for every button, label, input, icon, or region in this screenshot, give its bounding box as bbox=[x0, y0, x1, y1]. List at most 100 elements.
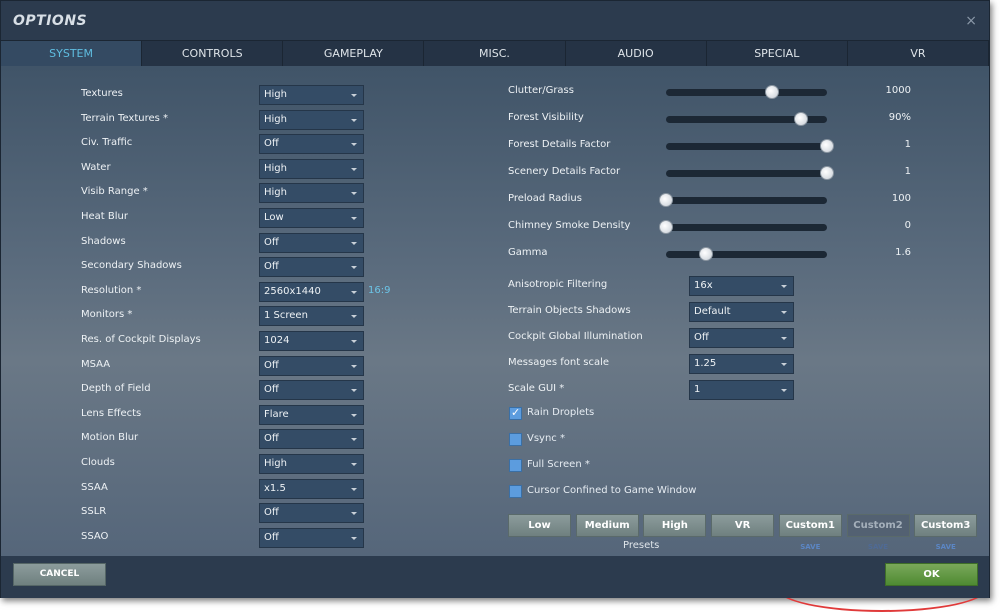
close-icon[interactable]: × bbox=[965, 13, 977, 29]
slider-handle[interactable] bbox=[820, 166, 834, 180]
slider-track[interactable] bbox=[666, 166, 834, 180]
system-settings-panel: Textures High Terrain Textures * High Civ. T… bbox=[1, 66, 989, 612]
setting-label: Scale GUI * bbox=[508, 383, 565, 394]
cancel-button[interactable]: CANCEL bbox=[13, 563, 106, 586]
setting-dropdown[interactable]: Off bbox=[259, 503, 364, 524]
setting-label: SSAO bbox=[81, 530, 109, 542]
checkbox[interactable] bbox=[509, 433, 522, 446]
setting-dropdown[interactable]: Low bbox=[259, 208, 364, 228]
setting-dropdown[interactable]: Off bbox=[259, 355, 364, 376]
setting-label: Heat Blur bbox=[81, 211, 128, 222]
slider-handle[interactable] bbox=[820, 139, 834, 153]
setting-dropdown[interactable]: High bbox=[259, 183, 364, 204]
preset-button-high[interactable]: High bbox=[643, 514, 707, 537]
slider-handle[interactable] bbox=[659, 193, 673, 207]
slider-label: Forest Details Factor bbox=[508, 139, 611, 150]
setting-label: SSAA bbox=[81, 481, 108, 493]
slider-label: Forest Visibility bbox=[508, 112, 584, 123]
setting-label: Secondary Shadows bbox=[81, 260, 182, 272]
setting-label: Resolution * bbox=[81, 284, 142, 296]
tab-system[interactable]: SYSTEM bbox=[1, 41, 143, 66]
presets-label: Presets bbox=[623, 540, 660, 551]
slider-handle[interactable] bbox=[699, 247, 714, 261]
setting-dropdown[interactable]: High bbox=[259, 109, 364, 130]
setting-dropdown[interactable]: Off bbox=[259, 134, 364, 155]
setting-dropdown[interactable]: x1.5 bbox=[259, 478, 364, 499]
setting-dropdown[interactable]: Default bbox=[689, 302, 794, 322]
checkbox[interactable] bbox=[509, 459, 522, 472]
tab-bar: SYSTEM CONTROLS GAMEPLAY MISC. AUDIO SPECIAL V… bbox=[1, 40, 989, 66]
setting-dropdown[interactable]: Flare bbox=[259, 404, 364, 425]
setting-label: SSLR bbox=[81, 506, 107, 518]
preset-button-custom1[interactable]: Custom1 bbox=[778, 514, 842, 537]
setting-label: MSAA bbox=[81, 358, 111, 370]
checkbox-label: Cursor Confined to Game Window bbox=[527, 485, 697, 496]
save-preset-link[interactable]: SAVE bbox=[914, 543, 977, 551]
setting-dropdown[interactable]: High bbox=[259, 85, 364, 105]
setting-dropdown[interactable]: 1 Screen bbox=[259, 306, 364, 327]
slider-track[interactable] bbox=[666, 247, 827, 261]
setting-dropdown[interactable]: 1.25 bbox=[689, 354, 794, 374]
setting-dropdown[interactable]: Off bbox=[259, 527, 364, 548]
tab-controls[interactable]: CONTROLS bbox=[142, 41, 284, 66]
tab-misc[interactable]: MISC. bbox=[424, 41, 566, 66]
preset-button-medium[interactable]: Medium bbox=[575, 514, 639, 537]
setting-label: Res. of Cockpit Displays bbox=[81, 334, 201, 345]
setting-dropdown[interactable]: Off bbox=[259, 257, 364, 278]
slider-track[interactable] bbox=[666, 85, 827, 99]
slider-label: Chimney Smoke Density bbox=[508, 220, 631, 231]
setting-label: Lens Effects bbox=[81, 407, 142, 419]
checkbox[interactable] bbox=[509, 485, 522, 498]
setting-label: Terrain Objects Shadows bbox=[508, 305, 631, 316]
preset-button-custom3[interactable]: Custom3 bbox=[914, 514, 978, 537]
setting-dropdown[interactable]: 1 bbox=[689, 380, 794, 400]
save-preset-link[interactable]: SAVE bbox=[779, 543, 842, 551]
setting-dropdown[interactable]: High bbox=[259, 454, 364, 474]
setting-dropdown[interactable]: Off bbox=[689, 328, 794, 348]
tab-gameplay[interactable]: GAMEPLAY bbox=[283, 41, 425, 66]
save-preset-link[interactable]: SAVE bbox=[847, 543, 910, 551]
setting-label: Visib Range * bbox=[81, 186, 148, 198]
slider-value: 90% bbox=[888, 112, 911, 123]
setting-label: Monitors * bbox=[81, 309, 133, 321]
tab-audio[interactable]: AUDIO bbox=[566, 41, 707, 66]
preset-button-custom2[interactable]: Custom2 bbox=[846, 514, 910, 537]
preset-button-low[interactable]: Low bbox=[508, 514, 571, 537]
slider-handle[interactable] bbox=[659, 220, 673, 234]
setting-dropdown[interactable]: Off bbox=[259, 380, 364, 401]
slider-track[interactable] bbox=[666, 139, 834, 153]
checkbox[interactable] bbox=[509, 406, 522, 420]
slider-value: 100 bbox=[891, 193, 911, 204]
slider-handle[interactable] bbox=[765, 85, 780, 99]
setting-label: Motion Blur bbox=[81, 432, 139, 444]
setting-dropdown[interactable]: 1024 bbox=[259, 331, 364, 351]
options-window: OPTIONS × SYSTEM CONTROLS GAMEPLAY MISC. AUD… bbox=[0, 0, 990, 612]
setting-label: Textures bbox=[81, 88, 123, 99]
slider-track[interactable] bbox=[666, 112, 827, 126]
ok-button[interactable]: OK bbox=[885, 563, 978, 586]
setting-dropdown[interactable]: 16x bbox=[689, 276, 794, 296]
tab-special[interactable]: SPECIAL bbox=[707, 41, 848, 66]
slider-value: 1000 bbox=[885, 85, 911, 96]
setting-label: Clouds bbox=[81, 457, 115, 468]
slider-label: Gamma bbox=[508, 247, 548, 258]
setting-dropdown[interactable]: Off bbox=[259, 232, 364, 253]
slider-track[interactable] bbox=[659, 220, 827, 234]
setting-dropdown[interactable]: 2560x1440 bbox=[259, 281, 364, 302]
checkbox-label: Vsync * bbox=[527, 433, 565, 444]
slider-track[interactable] bbox=[659, 193, 827, 207]
tab-vr[interactable]: VR bbox=[848, 41, 989, 66]
slider-handle[interactable] bbox=[794, 112, 809, 126]
preset-button-vr[interactable]: VR bbox=[711, 514, 775, 537]
aspect-ratio-label: 16:9 bbox=[368, 284, 391, 296]
setting-label: Anisotropic Filtering bbox=[508, 279, 608, 290]
window-title: OPTIONS bbox=[13, 13, 88, 29]
slider-value: 0 bbox=[904, 220, 911, 231]
setting-dropdown[interactable]: Off bbox=[259, 429, 364, 450]
setting-label: Civ. Traffic bbox=[81, 137, 133, 149]
setting-label: Water bbox=[81, 161, 111, 173]
setting-dropdown[interactable]: High bbox=[259, 158, 364, 179]
setting-label: Depth of Field bbox=[81, 383, 151, 395]
slider-label: Preload Radius bbox=[508, 193, 582, 204]
checkbox-label: Full Screen * bbox=[527, 459, 590, 470]
